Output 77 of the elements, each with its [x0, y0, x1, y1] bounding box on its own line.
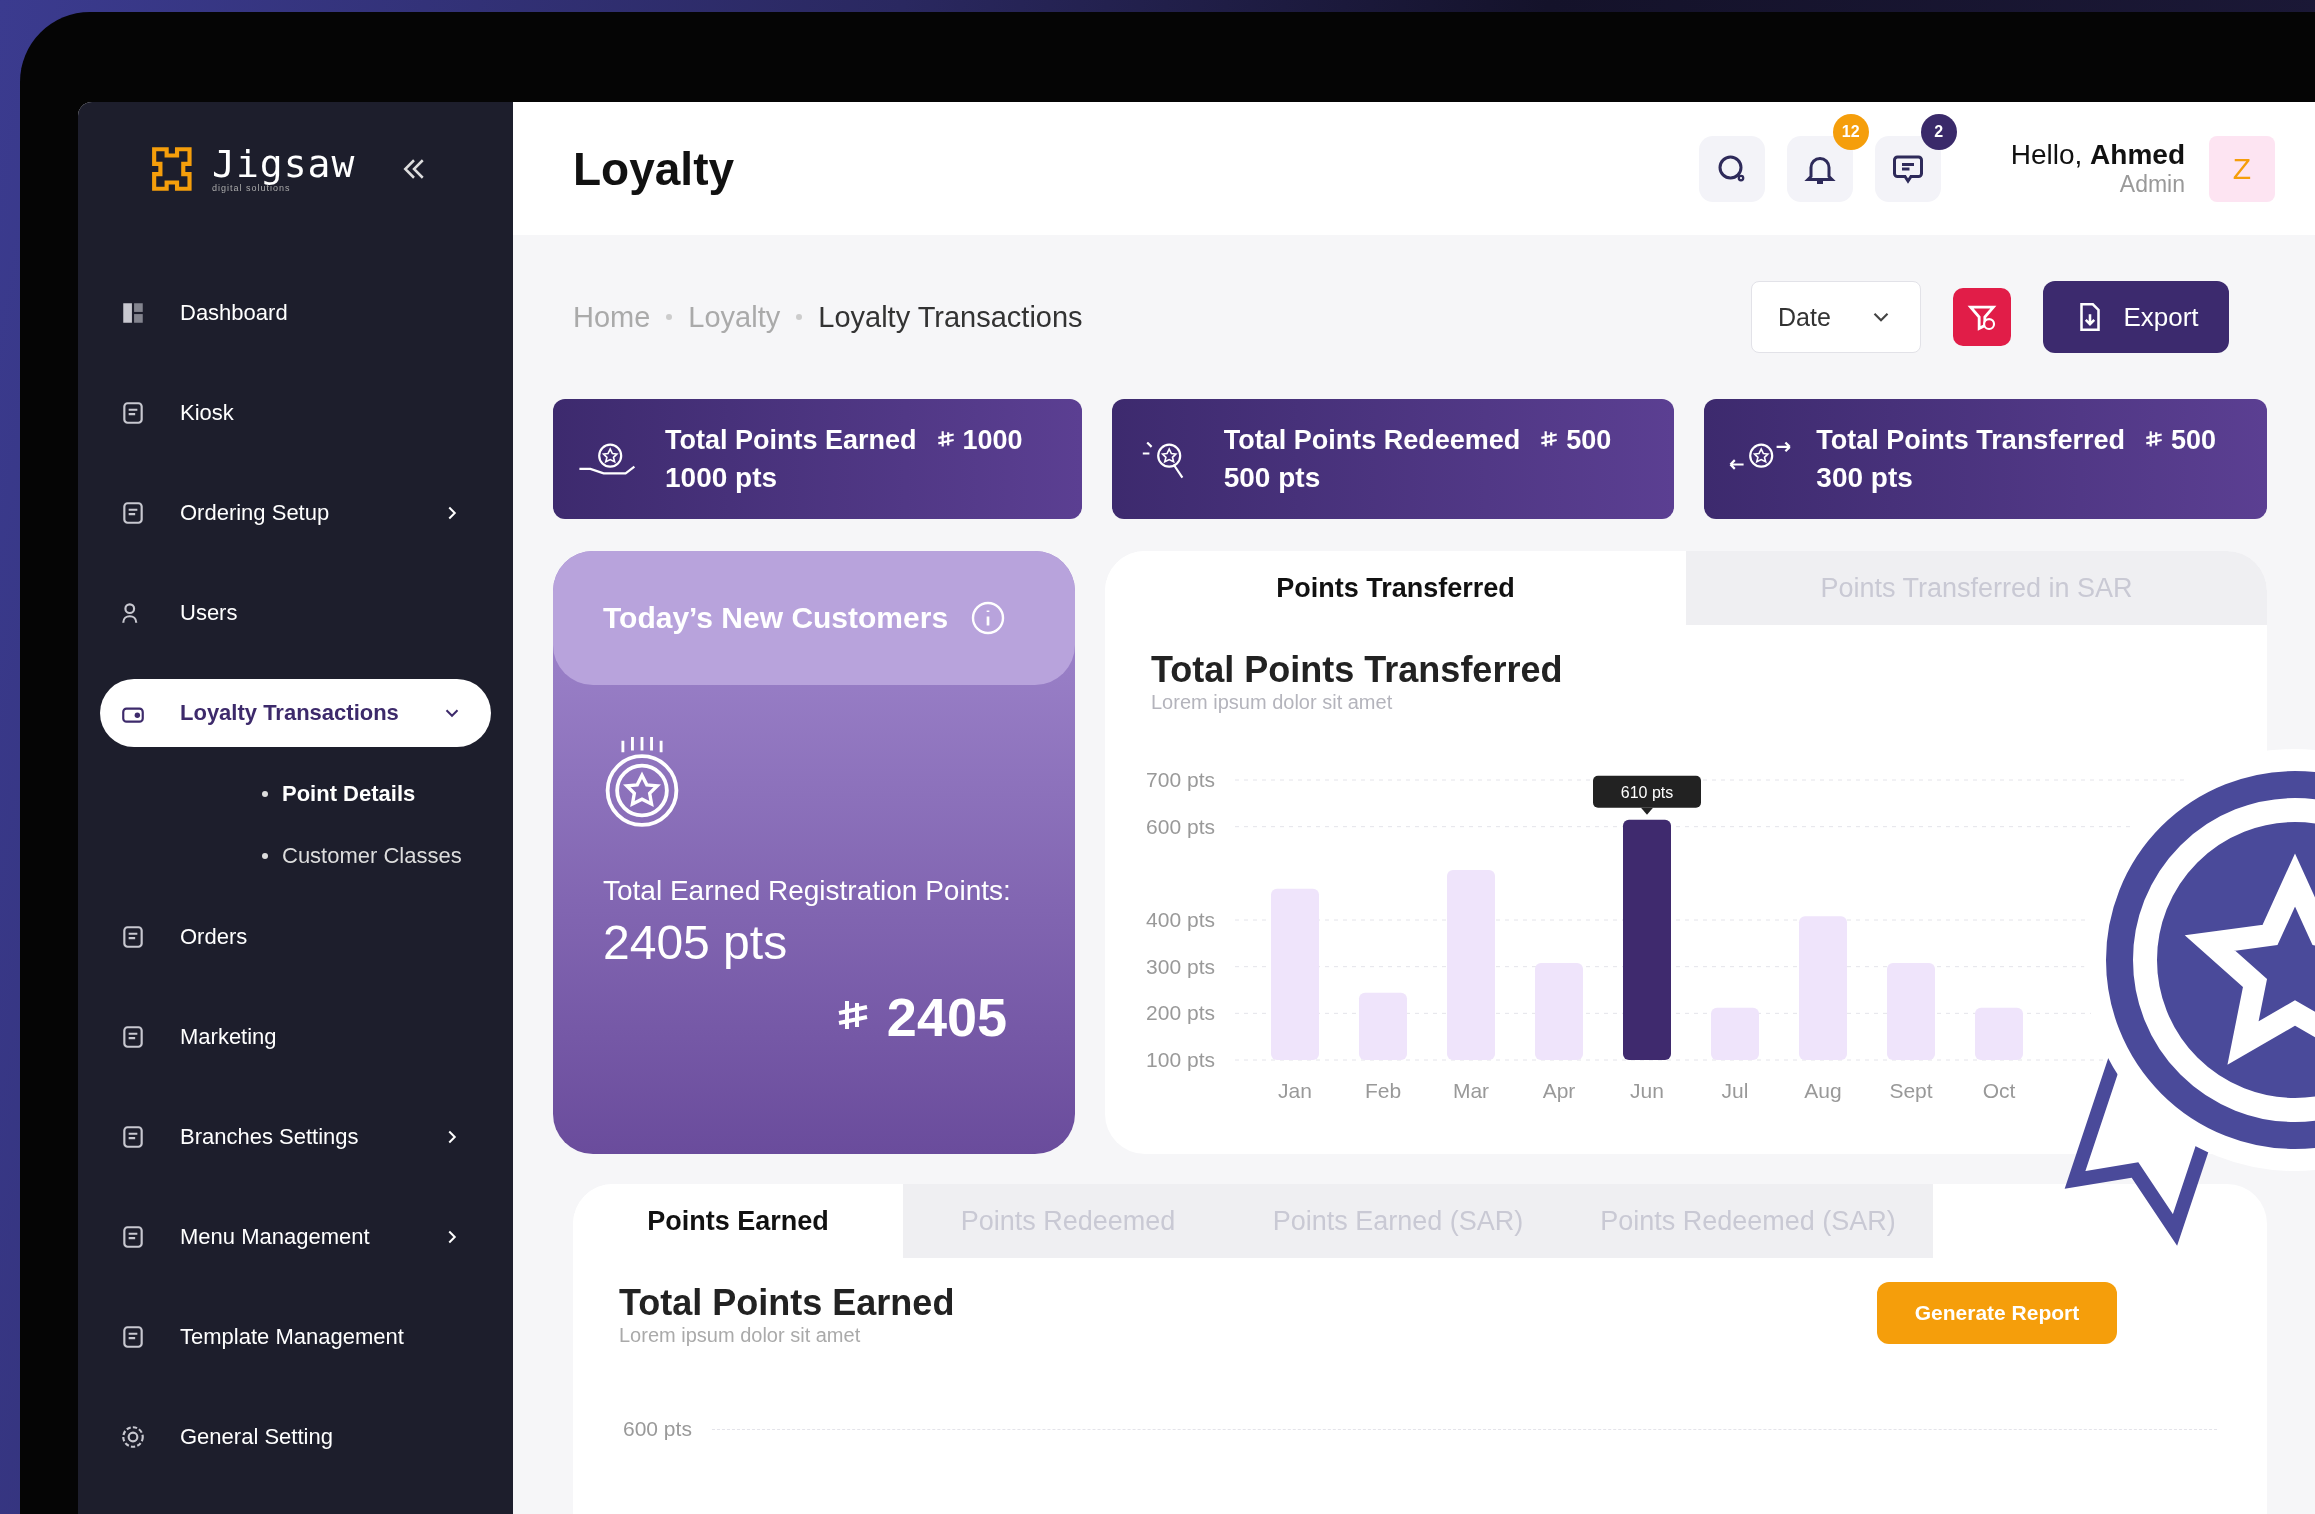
menu-item-icon	[120, 924, 146, 950]
x-axis-label: Oct	[1982, 1079, 2016, 1102]
menu-item-icon	[120, 300, 146, 326]
chart-subtitle: Lorem ipsum dolor sit amet	[1151, 691, 1394, 714]
export-button[interactable]: Export	[2043, 281, 2229, 353]
registration-points-label: Total Earned Registration Points:	[603, 874, 1012, 908]
stat-amount: 1000	[962, 424, 1023, 456]
greeting: Hello, Ahmed	[2010, 139, 2185, 171]
user-role: Admin	[2119, 171, 2185, 198]
breadcrumb-separator	[796, 314, 803, 320]
stat-points: 500 pts	[1223, 461, 1322, 494]
menu-item-icon	[120, 1324, 146, 1350]
messages-button[interactable]	[1874, 135, 1941, 202]
nav-item[interactable]: Menu Management	[100, 1203, 491, 1271]
x-axis-label: Jul	[1721, 1079, 1749, 1102]
nav-item[interactable]: Dashboard	[100, 279, 491, 347]
nav-item[interactable]: Ordering Setup	[100, 479, 491, 547]
clear-filter-button[interactable]	[1953, 288, 2011, 346]
menu-item-icon	[120, 400, 146, 426]
x-axis-label: Apr	[1542, 1079, 1576, 1102]
notification-count: 12	[1832, 113, 1869, 150]
breadcrumb-link[interactable]: Loyalty Transactions	[818, 300, 1083, 334]
bullet-dot	[262, 853, 268, 859]
y-axis-label: 400 pts	[1146, 908, 1215, 931]
nav-item[interactable]: Orders	[100, 903, 491, 971]
bullet-dot	[262, 791, 268, 797]
stat-amount: 500	[2170, 424, 2216, 456]
submenu-item[interactable]: Point Details	[282, 781, 416, 807]
nav-item[interactable]: Template Management	[100, 1303, 491, 1371]
date-dropdown[interactable]: Date	[1751, 281, 1921, 353]
y-axis-label: 200 pts	[1146, 1001, 1215, 1025]
menu-item-icon	[120, 500, 146, 526]
stat-points: 1000 pts	[665, 461, 779, 494]
x-axis-label: Aug	[1804, 1079, 1842, 1102]
chart-bar	[1359, 992, 1407, 1060]
chart-bar	[1975, 1007, 2023, 1060]
menu-item-icon	[120, 1224, 146, 1250]
stat-title: Total Points Earned	[665, 424, 917, 456]
card-title: Today’s New Customers	[603, 601, 949, 635]
x-axis-label: Jun	[1630, 1079, 1664, 1102]
page-title: Loyalty	[573, 141, 736, 196]
y-axis-label: 300 pts	[1146, 954, 1215, 978]
settings-icon	[120, 1424, 146, 1450]
nav-item[interactable]: Loyalty Transactions	[100, 679, 491, 747]
nav-item[interactable]: Kiosk	[100, 379, 491, 447]
chart-tooltip: 610 pts	[1593, 775, 1701, 815]
annotation: 610 pts	[1620, 783, 1674, 801]
nav-item[interactable]: Branches Settings	[100, 1103, 491, 1171]
nav-item[interactable]: Users	[100, 579, 491, 647]
stat-title: Total Points Transferred	[1816, 424, 2125, 456]
breadcrumb-separator	[666, 314, 673, 320]
y-axis-label: 600 pts	[1146, 814, 1215, 838]
y-axis-label: 100 pts	[1146, 1048, 1215, 1071]
search-button[interactable]	[1698, 135, 1765, 202]
x-axis-label: Jan	[1278, 1079, 1312, 1102]
menu-item-icon	[120, 1124, 146, 1150]
registration-amount: 2405	[886, 986, 1007, 1049]
stat-points: 300 pts	[1816, 461, 1914, 494]
x-axis-label: Feb	[1364, 1079, 1402, 1102]
x-axis-label: Sept	[1889, 1079, 1933, 1102]
chart-subtitle: Lorem ipsum dolor sit amet	[619, 1324, 862, 1347]
x-axis-label: Mar	[1452, 1079, 1490, 1102]
nav-item[interactable]: Marketing	[100, 1003, 491, 1071]
stat-amount: 500	[1566, 424, 1612, 456]
brand-name: Jigsaw	[212, 144, 356, 183]
chart-bar	[1711, 1007, 1759, 1060]
menu-item-icon	[120, 1024, 146, 1050]
y-axis-label: 600 pts	[623, 1417, 692, 1441]
submenu-item[interactable]: Customer Classes	[282, 843, 462, 869]
notifications-button[interactable]	[1786, 135, 1853, 202]
chart-title: Total Points Earned	[619, 1282, 955, 1324]
registration-points: 2405 pts	[603, 915, 789, 971]
chart-title: Total Points Transferred	[1151, 649, 1564, 691]
stat-title: Total Points Redeemed	[1223, 424, 1521, 456]
nav-item[interactable]: General Setting	[100, 1403, 491, 1471]
y-axis-label: 700 pts	[1146, 768, 1215, 791]
message-count: 2	[1920, 113, 1957, 150]
